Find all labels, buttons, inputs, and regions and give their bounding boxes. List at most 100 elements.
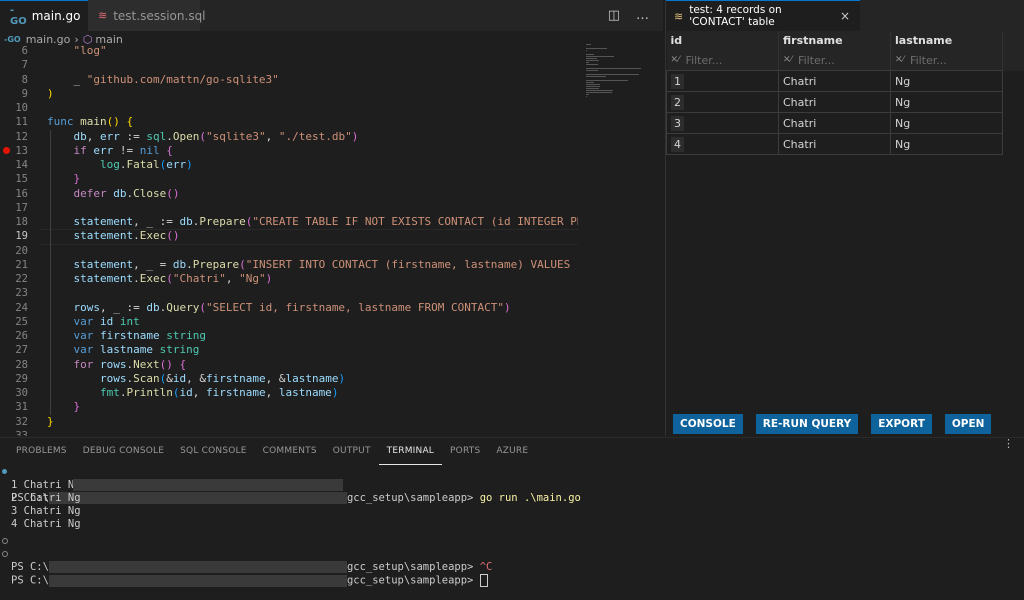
filter-cell-id[interactable]: ✕⁄Filter... xyxy=(667,50,779,71)
command-status-icon[interactable] xyxy=(2,538,8,544)
tab-terminal[interactable]: TERMINAL xyxy=(379,438,442,465)
tab-comments[interactable]: COMMENTS xyxy=(255,438,325,464)
code-line[interactable]: 12 db, err := sql.Open("sqlite3", "./tes… xyxy=(0,130,578,144)
code-line[interactable]: 30 fmt.Println(id, firstname, lastname) xyxy=(0,386,578,400)
filter-icon: ✕⁄ xyxy=(783,55,792,65)
code-line[interactable]: 24 rows, _ := db.Query("SELECT id, first… xyxy=(0,301,578,315)
column-header-id[interactable]: id xyxy=(667,31,779,50)
minimap-line xyxy=(586,96,587,97)
cell-firstname[interactable]: Chatri xyxy=(779,134,891,155)
cell-firstname[interactable]: Chatri xyxy=(779,113,891,134)
code-line[interactable]: 25 var id int xyxy=(0,315,578,329)
cell-lastname[interactable]: Ng xyxy=(891,71,1003,92)
code-line[interactable]: 26 var firstname string xyxy=(0,329,578,343)
split-editor-icon[interactable]: ◫ xyxy=(608,8,620,23)
code-line[interactable]: 31 } xyxy=(0,400,578,414)
rerun-query-button[interactable]: RE-RUN QUERY xyxy=(756,414,858,434)
code-line[interactable]: 8 _ "github.com/mattn/go-sqlite3" xyxy=(0,73,578,87)
code-line[interactable]: 23 xyxy=(0,286,578,300)
code-text: var id int xyxy=(47,315,140,329)
cell-lastname[interactable]: Ng xyxy=(891,134,1003,155)
tab-debug-console[interactable]: DEBUG CONSOLE xyxy=(75,438,172,464)
code-text: log.Fatal(err) xyxy=(47,158,193,172)
close-icon[interactable]: × xyxy=(840,9,850,23)
line-number: 22 xyxy=(0,272,28,286)
filter-input[interactable]: Filter... xyxy=(910,54,947,67)
code-line[interactable]: 19 statement.Exec() xyxy=(0,229,578,243)
more-actions-icon[interactable]: … xyxy=(636,8,649,23)
filter-cell-firstname[interactable]: ✕⁄ Filter... xyxy=(779,50,891,71)
column-header-lastname[interactable]: lastname xyxy=(891,31,1003,50)
redacted-path xyxy=(49,561,347,573)
code-area[interactable]: 6 "log"78 _ "github.com/mattn/go-sqlite3… xyxy=(0,44,578,436)
code-line[interactable]: 32} xyxy=(0,415,578,429)
code-text: if err != nil { xyxy=(47,144,173,158)
tab-main-go[interactable]: -GO main.go × xyxy=(0,0,88,31)
code-line[interactable]: 22 statement.Exec("Chatri", "Ng") xyxy=(0,272,578,286)
results-table: id firstname lastname ✕⁄Filter... ✕⁄Filt… xyxy=(666,31,1024,155)
cell-lastname[interactable]: Ng xyxy=(891,113,1003,134)
line-number: 18 xyxy=(0,215,28,229)
tab-azure[interactable]: AZURE xyxy=(488,438,536,464)
minimap-line xyxy=(586,68,641,69)
command-status-icon[interactable] xyxy=(2,469,7,474)
code-line[interactable]: 9) xyxy=(0,87,578,101)
code-text: defer db.Close() xyxy=(47,187,180,201)
terminal-line: PS C:\gcc_setup\sampleapp> go run .\main… xyxy=(0,466,38,479)
minimap[interactable] xyxy=(580,44,650,104)
cell-id[interactable]: 2 xyxy=(667,92,779,113)
code-line[interactable]: 15 } xyxy=(0,172,578,186)
code-line[interactable]: 11func main() { xyxy=(0,115,578,129)
column-header-firstname[interactable]: firstname xyxy=(779,31,891,50)
code-line[interactable]: 13 if err != nil { xyxy=(0,144,578,158)
line-number: 15 xyxy=(0,172,28,186)
code-text: rows.Scan(&id, &firstname, &lastname) xyxy=(47,372,345,386)
code-line[interactable]: 16 defer db.Close() xyxy=(0,187,578,201)
table-row[interactable]: 2 Chatri Ng xyxy=(667,92,1024,113)
code-editor[interactable]: -GO main.go × ≋ test.session.sql ◫ … -GO… xyxy=(0,0,663,436)
line-number: 17 xyxy=(0,201,28,215)
code-line[interactable]: 6 "log" xyxy=(0,44,578,58)
line-number: 11 xyxy=(0,115,28,129)
code-line[interactable]: 20 xyxy=(0,244,578,258)
panel-tab-bar: PROBLEMS DEBUG CONSOLE SQL CONSOLE COMME… xyxy=(8,438,536,464)
tab-output[interactable]: OUTPUT xyxy=(325,438,379,464)
tab-test-session-sql[interactable]: ≋ test.session.sql xyxy=(88,0,200,31)
tab-problems[interactable]: PROBLEMS xyxy=(8,438,75,464)
filter-input[interactable]: Filter... xyxy=(686,54,723,67)
minimap-line xyxy=(586,92,612,93)
table-row[interactable]: 3 Chatri Ng xyxy=(667,113,1024,134)
code-line[interactable]: 28 for rows.Next() { xyxy=(0,358,578,372)
code-line[interactable]: 14 log.Fatal(err) xyxy=(0,158,578,172)
code-line[interactable]: 10 xyxy=(0,101,578,115)
code-line[interactable]: 27 var lastname string xyxy=(0,343,578,357)
filter-cell-lastname[interactable]: ✕⁄Filter... xyxy=(891,50,1003,71)
cell-firstname[interactable]: Chatri xyxy=(779,71,891,92)
console-button[interactable]: CONSOLE xyxy=(673,414,743,434)
editor-actions: ◫ … xyxy=(608,8,649,23)
tab-query-results[interactable]: ≋ test: 4 records on 'CONTACT' table × xyxy=(666,0,860,31)
open-button[interactable]: OPEN xyxy=(945,414,992,434)
table-row[interactable]: 4 Chatri Ng xyxy=(667,134,1024,155)
cell-id[interactable]: 1 xyxy=(667,71,779,92)
cell-id[interactable]: 3 xyxy=(667,113,779,134)
minimap-line xyxy=(586,56,614,57)
code-line[interactable]: 29 rows.Scan(&id, &firstname, &lastname) xyxy=(0,372,578,386)
export-button[interactable]: EXPORT xyxy=(871,414,932,434)
code-line[interactable]: 17 xyxy=(0,201,578,215)
tab-ports[interactable]: PORTS xyxy=(442,438,488,464)
code-text: var firstname string xyxy=(47,329,206,343)
query-results-panel: ≋ test: 4 records on 'CONTACT' table × i… xyxy=(665,0,1024,436)
code-line[interactable]: 21 statement, _ = db.Prepare("INSERT INT… xyxy=(0,258,578,272)
code-line[interactable]: 18 statement, _ := db.Prepare("CREATE TA… xyxy=(0,215,578,229)
cell-firstname[interactable]: Chatri xyxy=(779,92,891,113)
cell-id[interactable]: 4 xyxy=(667,134,779,155)
code-line[interactable]: 7 xyxy=(0,58,578,72)
code-line[interactable]: 33 xyxy=(0,429,578,436)
command-status-icon[interactable] xyxy=(2,551,8,557)
tab-sql-console[interactable]: SQL CONSOLE xyxy=(172,438,254,464)
more-icon[interactable]: ⋮ xyxy=(1003,438,1014,450)
cell-lastname[interactable]: Ng xyxy=(891,92,1003,113)
table-row[interactable]: 1 Chatri Ng xyxy=(667,71,1024,92)
filter-input[interactable]: Filter... xyxy=(798,54,835,67)
